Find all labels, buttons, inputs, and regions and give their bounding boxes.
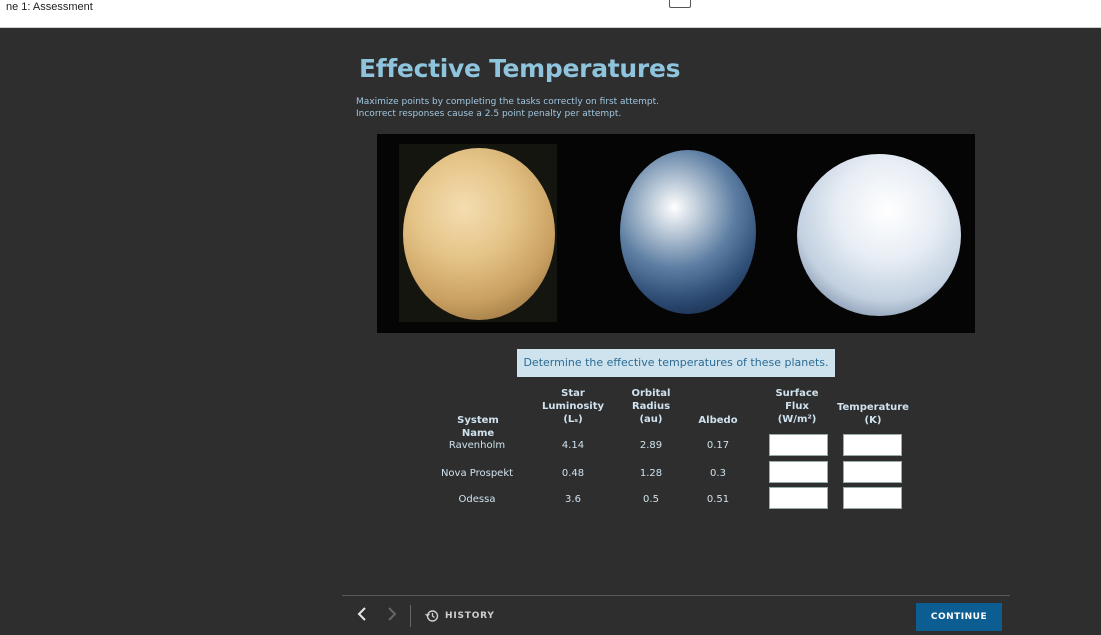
header-system-name: System Name (457, 415, 499, 439)
instructions-line-1: Maximize points by completing the tasks … (356, 97, 660, 107)
header-temperature: Temperature (K) (836, 401, 910, 427)
top-checkbox[interactable] (669, 0, 691, 8)
module-title: ne 1: Assessment (6, 1, 93, 13)
page-title: Effective Temperatures (359, 54, 681, 83)
row-3-flux-input[interactable] (769, 487, 828, 509)
row-1-radius: 2.89 (639, 440, 663, 451)
row-2-temperature-input[interactable] (843, 461, 902, 483)
row-3-luminosity: 3.6 (565, 494, 581, 505)
history-label: HISTORY (445, 611, 495, 621)
header-star-luminosity-line-1: Star (561, 388, 585, 399)
row-3-radius: 0.5 (643, 494, 659, 505)
instructions: Maximize points by completing the tasks … (356, 96, 659, 120)
history-button[interactable]: HISTORY (425, 608, 495, 624)
continue-button[interactable]: CONTINUE (916, 603, 1002, 631)
chevron-right-icon (388, 607, 397, 621)
nav-separator (410, 605, 411, 627)
row-1-system-name: Ravenholm (448, 440, 506, 451)
planets-image (377, 134, 975, 333)
header-surface-flux-line-3: (W/m²) (777, 414, 817, 425)
header-albedo: Albedo (698, 415, 738, 426)
main-content: Effective Temperatures Maximize points b… (0, 28, 1101, 635)
row-1-flux-input[interactable] (769, 434, 828, 456)
row-3-temperature-input[interactable] (843, 487, 902, 509)
footer-divider (342, 595, 1010, 596)
task-prompt: Determine the effective temperatures of … (517, 349, 835, 377)
row-1-albedo: 0.17 (706, 440, 730, 451)
row-3-system-name: Odessa (458, 494, 496, 505)
header-star-luminosity-line-3: (Lₛ) (563, 414, 583, 425)
earth-planet (620, 150, 756, 314)
header-star-luminosity-line-2: Luminosity (541, 401, 604, 412)
header-temperature-line-2: (K) (864, 415, 882, 426)
row-2-system-name: Nova Prospekt (440, 468, 514, 479)
row-2-luminosity: 0.48 (561, 468, 585, 479)
back-button[interactable] (354, 607, 370, 627)
header-surface-flux-line-2: Flux (785, 401, 809, 412)
top-bar: ne 1: Assessment (0, 0, 1101, 28)
header-star-luminosity: Star Luminosity (Lₛ) (540, 387, 606, 426)
row-3-albedo: 0.51 (706, 494, 730, 505)
row-1-luminosity: 4.14 (561, 440, 585, 451)
row-1-temperature-input[interactable] (843, 434, 902, 456)
forward-button[interactable] (384, 607, 400, 627)
header-orbital-radius-line-1: Orbital (631, 388, 671, 399)
venus-planet (403, 148, 555, 320)
header-orbital-radius: Orbital Radius (au) (624, 387, 678, 426)
header-orbital-radius-line-3: (au) (639, 414, 663, 425)
row-2-albedo: 0.3 (710, 468, 726, 479)
header-surface-flux: Surface Flux (W/m²) (767, 387, 827, 426)
instructions-line-2: Incorrect responses cause a 2.5 point pe… (356, 109, 622, 119)
row-2-radius: 1.28 (639, 468, 663, 479)
snowball-earth-planet (797, 154, 961, 316)
header-temperature-line-1: Temperature (837, 402, 909, 413)
history-icon (425, 610, 439, 622)
row-2-flux-input[interactable] (769, 461, 828, 483)
header-surface-flux-line-1: Surface (775, 388, 819, 399)
chevron-left-icon (357, 607, 366, 621)
header-orbital-radius-line-2: Radius (631, 401, 671, 412)
